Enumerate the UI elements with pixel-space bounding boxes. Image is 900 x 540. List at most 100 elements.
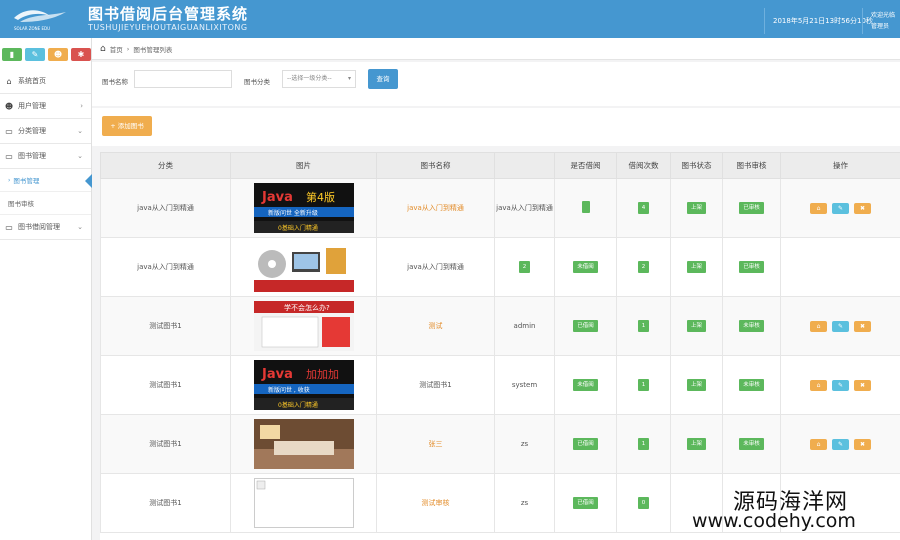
column-header: 图书状态 <box>670 152 723 179</box>
table-row[interactable]: java从入门到精通 Java 第4版 新版问世 全新升级 0基础入门精通 ja… <box>100 178 900 238</box>
edit-button[interactable]: ✎ <box>832 379 849 391</box>
sidebar-item-books[interactable]: ▭ 图书管理 ⌄ <box>0 144 91 169</box>
count-badge: 1 <box>637 438 650 450</box>
action-bar: + 添加图书 <box>92 108 900 146</box>
book-cover-image <box>253 242 354 292</box>
edit-button[interactable]: ✎ <box>832 202 849 214</box>
watermark-url: www.codehy.com <box>692 510 856 532</box>
column-header: 图片 <box>230 152 377 179</box>
count-badge: 2 <box>637 261 650 273</box>
table-row[interactable]: java从入门到精通 java从入门到精通 2 未借阅 2 上架 已审核 <box>100 237 900 297</box>
column-header <box>494 152 555 179</box>
view-button[interactable]: ⌂ <box>810 320 827 332</box>
delete-button[interactable]: ✖ <box>854 438 871 450</box>
delete-button[interactable]: ✖ <box>854 320 871 332</box>
monitor-icon: ▭ <box>5 222 13 232</box>
table-header-row: 分类 图片 图书名称 是否借阅 借阅次数 图书状态 图书审核 操作 <box>100 152 900 179</box>
breadcrumb: ⌂ 首页 › 图书管理列表 <box>92 38 900 60</box>
monitor-icon: ▭ <box>5 151 13 161</box>
borrowed-badge: 已借阅 <box>573 497 598 509</box>
audit-badge: 未审核 <box>739 379 764 391</box>
table-row[interactable]: 测试图书1 学不会怎么办? 测试 admin 已借阅 1 上架 未审核 ⌂ ✎ … <box>100 296 900 356</box>
cell-book-name[interactable]: 张三 <box>376 414 495 474</box>
chart-icon[interactable]: ▮ <box>2 48 22 61</box>
cell-count: 1 <box>616 355 671 415</box>
breadcrumb-home[interactable]: 首页 <box>110 44 123 54</box>
header-datetime: 2018年5月21日13时56分10秒 <box>764 8 873 34</box>
cell-status: 上架 <box>670 178 723 238</box>
cell-image: Java 加加加 新版问世 , 收获 0基础入门精通 <box>230 355 377 415</box>
sidebar-item-home[interactable]: ⌂ 系统首页 <box>0 69 91 94</box>
book-cover-image <box>253 419 354 469</box>
books-table-container: 分类 图片 图书名称 是否借阅 借阅次数 图书状态 图书审核 操作 java从入… <box>100 152 900 540</box>
caret-icon: › <box>8 176 11 184</box>
cell-audit: 已审核 <box>722 237 781 297</box>
monitor-icon: ▭ <box>5 126 13 136</box>
column-header: 操作 <box>780 152 900 179</box>
borrowed-badge: 未借阅 <box>573 379 598 391</box>
column-header: 图书名称 <box>376 152 495 179</box>
pencil-icon[interactable]: ✎ <box>25 48 45 61</box>
sidebar-subitem-book-management[interactable]: › 图书管理 <box>0 169 92 192</box>
cell-audit: 未审核 <box>722 355 781 415</box>
book-name-label: 图书名称 <box>102 78 128 86</box>
cell-borrowed: 未借阅 <box>554 237 617 297</box>
cell-category: 测试图书1 <box>100 473 231 533</box>
delete-button[interactable]: ✖ <box>854 202 871 214</box>
cell-borrowed: 未借阅 <box>554 355 617 415</box>
cell-book-name[interactable]: 测试图书1 <box>376 355 495 415</box>
edit-button[interactable]: ✎ <box>832 438 849 450</box>
table-row[interactable]: 测试图书1 张三 zs 已借阅 1 上架 未审核 ⌂ ✎ ✖ <box>100 414 900 474</box>
add-book-button[interactable]: + 添加图书 <box>102 116 152 136</box>
cell-owner: admin <box>494 296 555 356</box>
cell-book-name[interactable]: 测试 <box>376 296 495 356</box>
cell-image <box>230 414 377 474</box>
users-icon: ☻ <box>4 101 14 111</box>
sidebar-subitem-label: 图书管理 <box>13 177 40 185</box>
cell-category: 测试图书1 <box>100 414 231 474</box>
cell-ops: ⌂ ✎ ✖ <box>780 296 900 356</box>
view-button[interactable]: ⌂ <box>810 438 827 450</box>
cell-count: 1 <box>616 414 671 474</box>
cell-ops: ⌂ ✎ ✖ <box>780 178 900 238</box>
column-header: 借阅次数 <box>616 152 671 179</box>
chevron-down-icon: ⌄ <box>77 127 83 135</box>
cell-status: 上架 <box>670 296 723 356</box>
cell-book-name[interactable]: 测试审核 <box>376 473 495 533</box>
cell-owner: java从入门到精通 <box>494 178 555 238</box>
audit-badge: 未审核 <box>739 438 764 450</box>
search-button[interactable]: 查询 <box>368 69 398 89</box>
borrowed-badge: 未借阅 <box>573 261 598 273</box>
cell-audit: 未审核 <box>722 414 781 474</box>
table-row[interactable]: 测试图书1 Java 加加加 新版问世 , 收获 0基础入门精通 测试图书1 s… <box>100 355 900 415</box>
svg-text:0基础入门精通: 0基础入门精通 <box>278 401 318 409</box>
sidebar-subitem-book-audit[interactable]: 图书审核 <box>0 192 91 215</box>
sidebar-item-categories[interactable]: ▭ 分类管理 ⌄ <box>0 119 91 144</box>
sidebar-item-users[interactable]: ☻ 用户管理 › <box>0 94 91 119</box>
sidebar-item-label: 图书借阅管理 <box>18 223 60 231</box>
book-cover-image: Java 加加加 新版问世 , 收获 0基础入门精通 <box>253 360 354 410</box>
view-button[interactable]: ⌂ <box>810 202 827 214</box>
sidebar-item-borrow[interactable]: ▭ 图书借阅管理 ⌄ <box>0 215 91 240</box>
category-select[interactable]: --选择一级分类-- ▾ <box>282 70 356 88</box>
gear-icon[interactable]: ✱ <box>71 48 91 61</box>
edit-button[interactable]: ✎ <box>832 320 849 332</box>
view-button[interactable]: ⌂ <box>810 379 827 391</box>
svg-text:SOLAR ZONE EDU: SOLAR ZONE EDU <box>14 26 50 31</box>
cell-book-name[interactable]: java从入门到精通 <box>376 178 495 238</box>
users-icon[interactable]: ☻ <box>48 48 68 61</box>
status-badge: 上架 <box>686 202 706 214</box>
cell-category: java从入门到精通 <box>100 178 231 238</box>
cell-book-name[interactable]: java从入门到精通 <box>376 237 495 297</box>
book-name-input[interactable] <box>134 70 232 88</box>
header-user[interactable]: 欢迎光临 管理员 <box>862 8 900 34</box>
cell-count: 0 <box>616 473 671 533</box>
cell-ops <box>780 237 900 297</box>
delete-button[interactable]: ✖ <box>854 379 871 391</box>
home-icon[interactable]: ⌂ <box>100 44 106 54</box>
status-badge: 上架 <box>686 261 706 273</box>
cell-ops: ⌂ ✎ ✖ <box>780 355 900 415</box>
user-name[interactable]: 管理员 <box>871 21 900 32</box>
svg-text:第4版: 第4版 <box>306 190 335 204</box>
count-badge: 1 <box>637 320 650 332</box>
